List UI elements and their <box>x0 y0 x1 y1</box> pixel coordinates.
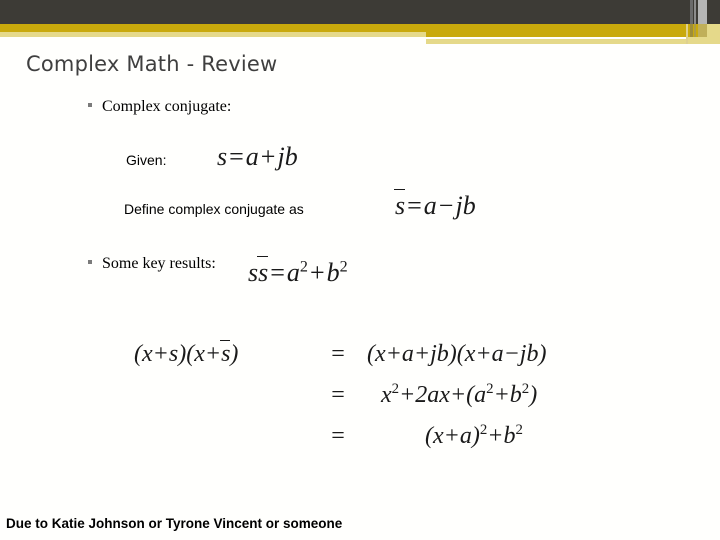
tok-s-bar: s <box>220 339 231 367</box>
tok-plus: + <box>475 341 492 367</box>
bullet-item-key-results: Some key results: <box>88 255 216 273</box>
tok-jb: jb <box>519 341 539 367</box>
tok-lparen: ( <box>425 423 433 449</box>
tok-exp2: 2 <box>486 381 494 397</box>
eq-modulus-plus: + <box>309 258 325 287</box>
banner-pale-band-left <box>0 32 426 37</box>
tok-exp2: 2 <box>391 381 400 397</box>
tok-plus: + <box>204 341 222 367</box>
eq-conjugate-term-jb: jb <box>455 191 476 220</box>
tok-a: a <box>459 423 472 449</box>
tok-lparen: ( <box>134 341 142 367</box>
tok-exp2: 2 <box>515 422 523 438</box>
equation-modulus-squared: ss=a2+b2 <box>248 256 348 288</box>
eq-given-equals: = <box>229 142 244 171</box>
eq-conjugate-lhs-overbar: s <box>393 189 406 220</box>
banner-dark-band <box>0 0 720 24</box>
derivation-row-1-equals: = <box>331 341 345 367</box>
tok-x: x <box>194 341 205 367</box>
tok-jb: jb <box>430 341 449 367</box>
derivation-row-1-rhs: (x+a+jb)(x+a−jb) <box>367 341 546 368</box>
banner-accent-gold-overlay <box>690 24 707 37</box>
tok-x: x <box>464 341 476 367</box>
tok-plus: + <box>443 423 460 449</box>
banner-accent-dark-block <box>707 0 720 24</box>
banner-gold-band-left <box>0 24 426 32</box>
equation-conjugate: s=a−jb <box>393 189 476 221</box>
equation-given: s=a+jb <box>217 142 298 172</box>
tok-rparen: ) <box>538 341 547 367</box>
eq-modulus-sbar: s <box>257 256 269 287</box>
bullet-label-complex-conjugate: Complex conjugate: <box>102 98 232 115</box>
eq-modulus-s: s <box>248 258 259 287</box>
eq-modulus-equals: = <box>270 258 285 287</box>
tok-lparen: ( <box>466 382 475 408</box>
derivation-row: = (x+a)2+b2 <box>134 416 546 457</box>
banner-pale-band-right-lower <box>426 39 658 44</box>
tok-lparen: ( <box>367 341 375 367</box>
tok-plus: + <box>413 341 431 367</box>
tok-plus: + <box>399 382 416 408</box>
derivation-row-3-equals: = <box>331 423 345 449</box>
tok-x: x <box>381 382 392 408</box>
derivation-row: (x+s)(x+s) = (x+a+jb)(x+a−jb) <box>134 334 546 375</box>
derivation-row-3-rhs: (x+a)2+b2 <box>367 423 523 450</box>
tok-rparen: ) <box>529 382 538 408</box>
tok-plus: + <box>152 341 169 367</box>
given-label: Given: <box>126 152 167 168</box>
tok-lparen: ( <box>186 341 195 367</box>
derivation-row-2-equals: = <box>331 382 345 408</box>
eq-modulus-exp-b: 2 <box>339 258 348 276</box>
slide-top-banner <box>0 0 720 44</box>
tok-minus: − <box>503 341 520 367</box>
tok-ax: ax <box>427 382 450 408</box>
page-title: Complex Math - Review <box>26 52 278 76</box>
tok-b: b <box>503 423 516 449</box>
tok-rparen: ) <box>448 341 457 367</box>
eq-given-lhs: s <box>217 142 228 171</box>
banner-accent-pale-block <box>707 24 720 37</box>
tok-plus: + <box>449 382 467 408</box>
derivation-row: = x2+2ax+(a2+b2) <box>134 375 546 416</box>
eq-given-plus: + <box>260 142 276 171</box>
derivation-row-2-rhs: x2+2ax+(a2+b2) <box>367 382 537 409</box>
tok-plus: + <box>493 382 510 408</box>
tok-x: x <box>375 341 386 367</box>
tok-rparen: ) <box>178 341 187 367</box>
tok-s: s <box>168 341 179 367</box>
tok-a: a <box>491 341 504 367</box>
tok-b: b <box>509 382 522 408</box>
eq-modulus-term-b: b <box>326 258 340 287</box>
banner-accent-pale-strip <box>688 37 720 44</box>
eq-conjugate-term-a: a <box>423 191 437 220</box>
eq-modulus-exp-a: 2 <box>299 258 308 276</box>
tok-rparen: ) <box>230 341 239 367</box>
bullet-label-key-results: Some key results: <box>102 255 216 272</box>
bullet-dot-icon <box>88 260 92 264</box>
eq-conjugate-minus: − <box>438 191 454 220</box>
derivation-block: (x+s)(x+s) = (x+a+jb)(x+a−jb) = x2+2ax+(… <box>134 334 546 457</box>
bullet-dot-icon <box>88 103 92 107</box>
bullet-item-complex-conjugate: Complex conjugate: <box>88 98 231 116</box>
eq-given-term-a: a <box>245 142 259 171</box>
tok-lparen: ( <box>456 341 465 367</box>
derivation-row-1-lhs: (x+s)(x+s) <box>134 339 309 368</box>
tok-two: 2 <box>415 382 428 408</box>
banner-gold-band-right <box>426 24 720 37</box>
tok-rparen: ) <box>471 423 480 449</box>
tok-plus: + <box>385 341 402 367</box>
tok-x: x <box>142 341 153 367</box>
tok-plus: + <box>487 423 504 449</box>
eq-modulus-term-a: a <box>286 258 300 287</box>
eq-given-term-jb: jb <box>277 142 298 171</box>
tok-a: a <box>401 341 414 367</box>
eq-conjugate-equals: = <box>407 191 422 220</box>
attribution-footer: Due to Katie Johnson or Tyrone Vincent o… <box>6 516 343 531</box>
define-conjugate-label: Define complex conjugate as <box>124 201 304 217</box>
tok-x: x <box>433 423 444 449</box>
tok-a: a <box>474 382 487 408</box>
banner-accent-thin-line <box>686 24 688 44</box>
